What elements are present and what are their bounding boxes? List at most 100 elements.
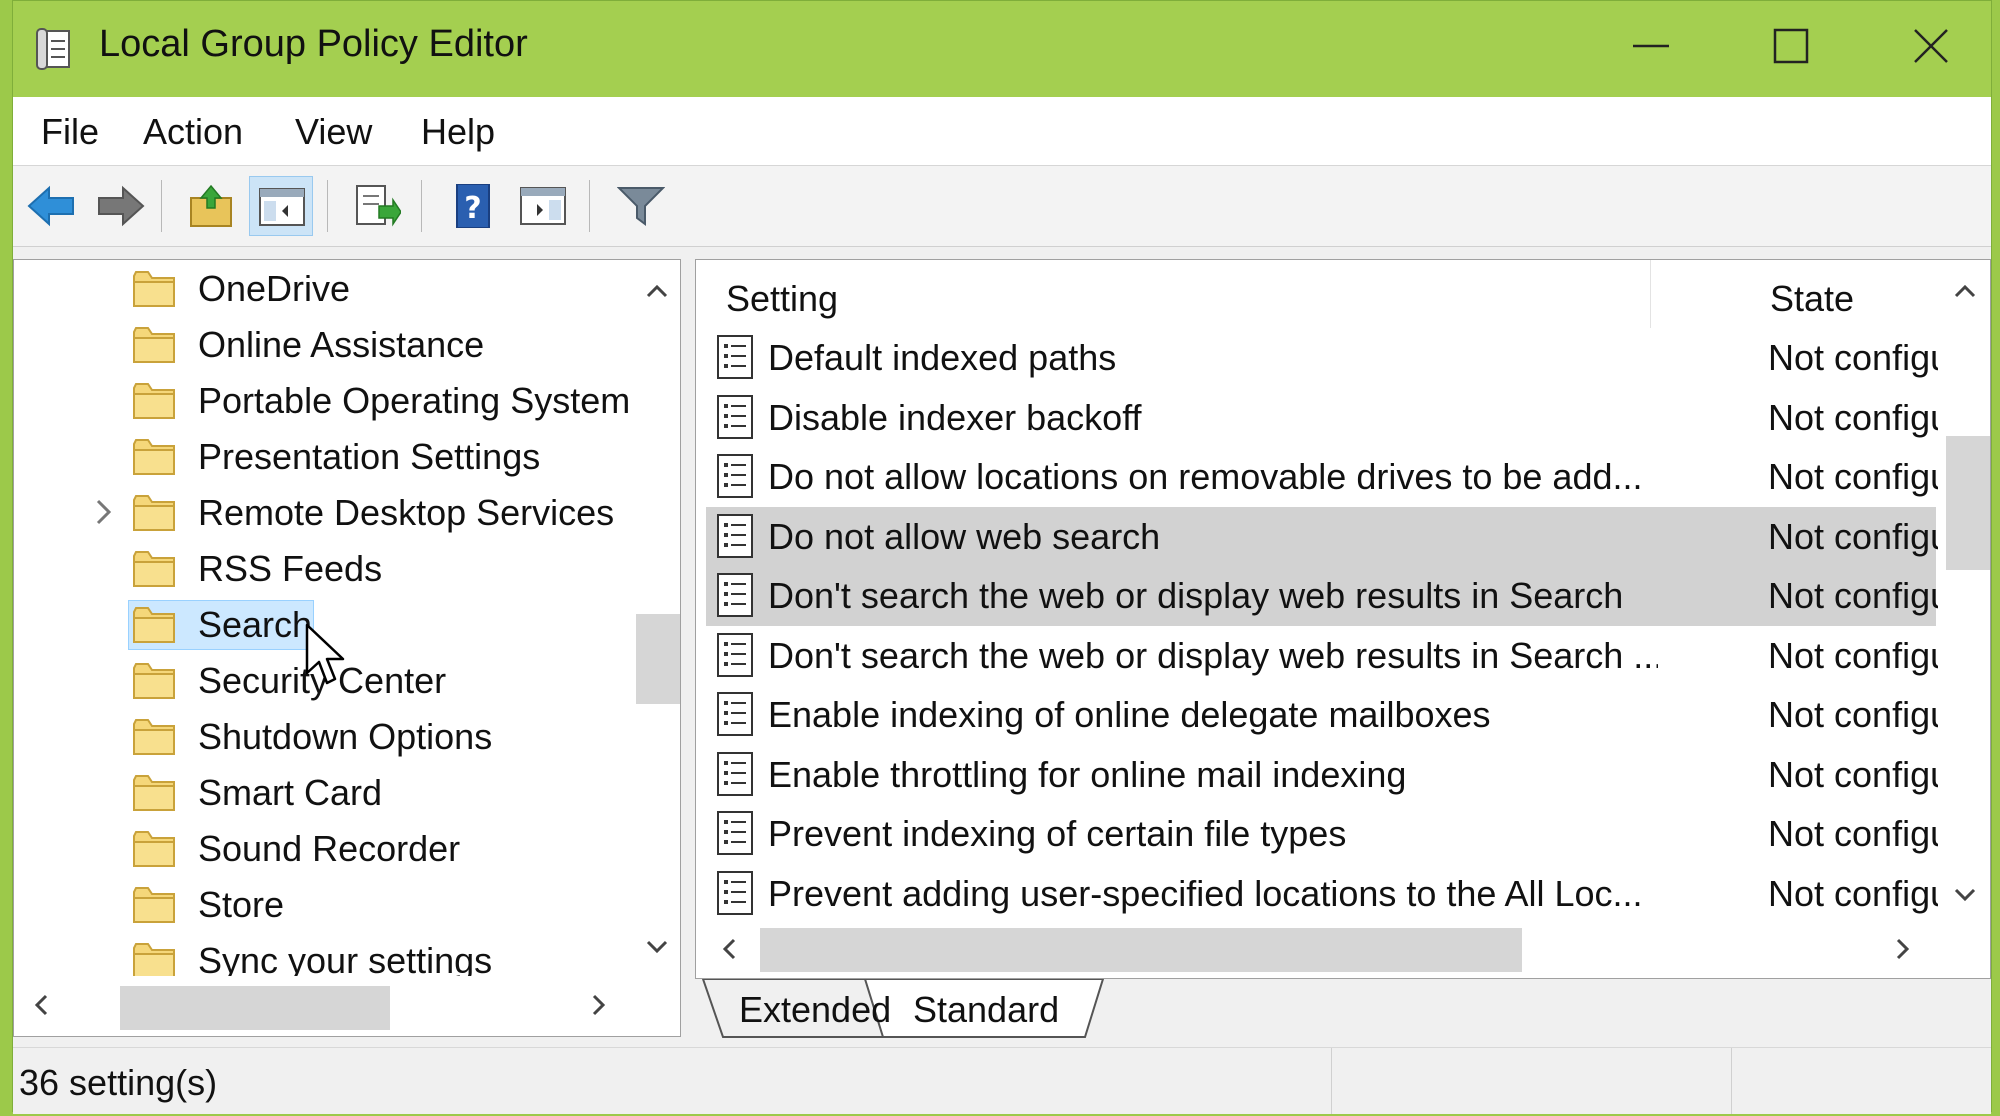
scroll-up-icon[interactable]: [646, 284, 668, 298]
policy-setting-name: Prevent adding user-specified locations …: [768, 872, 1643, 914]
settings-list: Setting State Default indexed paths Not c…: [695, 259, 1991, 979]
folder-icon: [133, 383, 175, 419]
list-vertical-scrollbar[interactable]: [1938, 260, 1990, 920]
tree-node[interactable]: Shutdown Options: [14, 710, 634, 764]
folder-icon: [133, 607, 175, 643]
folder-icon: [133, 439, 175, 475]
tree-node-label: Smart Card: [198, 772, 383, 813]
tree-node-label: Search: [198, 604, 313, 645]
back-icon: [27, 185, 74, 227]
gpedit-window: Local Group Policy Editor File Action Vi…: [12, 0, 1992, 1114]
tree-node-label: Remote Desktop Services: [198, 492, 615, 533]
tree-node[interactable]: Sound Recorder: [14, 822, 634, 876]
tree-node[interactable]: Smart Card: [14, 766, 634, 820]
close-icon: [1914, 29, 1948, 63]
tree-node[interactable]: Store: [14, 878, 634, 932]
status-bar: 36 setting(s): [13, 1047, 1991, 1114]
policy-setting-icon: [717, 513, 753, 558]
folder-icon: [133, 271, 175, 307]
tree-node[interactable]: OneDrive: [14, 262, 634, 316]
policy-setting-row[interactable]: Don't search the web or display web resu…: [706, 566, 1990, 626]
tree-node-label: Portable Operating System: [198, 380, 631, 421]
title-bar[interactable]: Local Group Policy Editor: [13, 1, 1991, 97]
policy-setting-row[interactable]: Do not allow web search Not configured: [706, 506, 1990, 567]
policy-setting-row[interactable]: Default indexed paths Not configured: [706, 328, 1990, 388]
tree-node-label: OneDrive: [198, 268, 351, 309]
policy-setting-row[interactable]: Disable indexer backoff Not configured: [706, 388, 1990, 448]
show-hide-console-tree-button[interactable]: [249, 176, 313, 236]
folder-icon: [133, 831, 175, 867]
policy-setting-name: Enable throttling for online mail indexi…: [768, 753, 1407, 795]
policy-setting-row[interactable]: Enable indexing of online delegate mailb…: [706, 685, 1990, 745]
column-divider[interactable]: [1650, 260, 1651, 328]
list-column-header: Setting State: [696, 260, 1990, 328]
menu-help[interactable]: Help: [421, 111, 495, 153]
tree-horizontal-scrollbar[interactable]: [14, 976, 630, 1036]
toolbar-separator: [589, 180, 590, 232]
policy-setting-icon: [717, 573, 753, 617]
menu-bar: File Action View Help: [13, 97, 1991, 166]
back-button[interactable]: [19, 176, 83, 236]
menu-view[interactable]: View: [295, 111, 372, 153]
forward-button[interactable]: [89, 176, 153, 236]
list-hscroll-thumb[interactable]: [760, 928, 1522, 972]
up-one-level-button[interactable]: [179, 176, 243, 236]
scroll-left-icon[interactable]: [34, 994, 48, 1016]
tree-node[interactable]: Online Assistance: [14, 318, 634, 372]
policy-setting-row[interactable]: Prevent adding user-specified locations …: [706, 864, 1990, 924]
policy-setting-icon: [717, 692, 753, 736]
policy-setting-row[interactable]: Prevent indexing of certain file types No…: [706, 804, 1990, 864]
tab-standard[interactable]: Standard: [891, 979, 1101, 1037]
policy-setting-name: Prevent indexing of certain file types: [768, 813, 1347, 854]
policy-setting-name: Default indexed paths: [768, 337, 1117, 378]
scroll-down-icon[interactable]: [1954, 888, 1976, 902]
tree-node[interactable]: RSS Feeds: [14, 542, 634, 596]
console-tree: OneDrive Online Assistance Portable Operat…: [13, 259, 681, 1037]
folder-icon: [133, 551, 175, 587]
policy-setting-name: Disable indexer backoff: [768, 396, 1142, 438]
column-header-setting[interactable]: Setting: [726, 278, 838, 320]
policy-setting-name: Enable indexing of online delegate mailb…: [768, 694, 1491, 735]
tree-node-label: RSS Feeds: [198, 548, 383, 589]
tree-node[interactable]: Remote Desktop Services: [14, 486, 634, 540]
export-list-button[interactable]: [345, 176, 409, 236]
scroll-left-icon[interactable]: [722, 938, 736, 960]
policy-setting-row[interactable]: Do not allow locations on removable driv…: [706, 447, 1990, 507]
folder-icon: [133, 943, 175, 979]
expand-chevron-icon[interactable]: [94, 498, 114, 526]
folder-icon: [133, 719, 175, 755]
policy-setting-icon: [717, 632, 753, 677]
policy-setting-row[interactable]: Don't search the web or display web resu…: [706, 626, 1990, 686]
scroll-down-icon[interactable]: [646, 940, 668, 954]
tree-node-label: Presentation Settings: [198, 436, 541, 477]
policy-editor-app-icon: [35, 27, 75, 71]
policy-setting-icon: [717, 870, 753, 915]
list-vscroll-thumb[interactable]: [1946, 436, 1990, 570]
policy-setting-icon: [717, 751, 753, 796]
list-horizontal-scrollbar[interactable]: [696, 920, 1938, 978]
filter-options-button[interactable]: [609, 176, 673, 236]
svg-text:?: ?: [464, 191, 481, 226]
folder-icon: [133, 887, 175, 923]
tree-hscroll-thumb[interactable]: [120, 986, 390, 1030]
close-button[interactable]: [1871, 11, 1991, 81]
tree-vertical-scrollbar[interactable]: [630, 260, 680, 976]
menu-action[interactable]: Action: [143, 111, 243, 153]
minimize-button[interactable]: [1591, 11, 1711, 81]
policy-setting-row[interactable]: Enable throttling for online mail indexi…: [706, 745, 1990, 805]
menu-file[interactable]: File: [41, 111, 99, 153]
policy-setting-name: Do not allow web search: [768, 515, 1161, 557]
tree-node[interactable]: Presentation Settings: [14, 430, 634, 484]
scroll-right-icon[interactable]: [1896, 938, 1910, 960]
tab-extended-label: Extended: [739, 989, 892, 1030]
tree-vscroll-thumb[interactable]: [636, 614, 680, 704]
scroll-right-icon[interactable]: [592, 994, 606, 1016]
column-header-state[interactable]: State: [1770, 278, 1854, 320]
scroll-up-icon[interactable]: [1954, 284, 1976, 298]
folder-icon: [133, 495, 175, 531]
show-hide-action-pane-button[interactable]: [511, 176, 575, 236]
maximize-button[interactable]: [1731, 11, 1851, 81]
tab-extended[interactable]: Extended: [695, 979, 891, 1037]
help-button[interactable]: ?: [441, 176, 505, 236]
tree-node[interactable]: Portable Operating System: [14, 374, 634, 428]
